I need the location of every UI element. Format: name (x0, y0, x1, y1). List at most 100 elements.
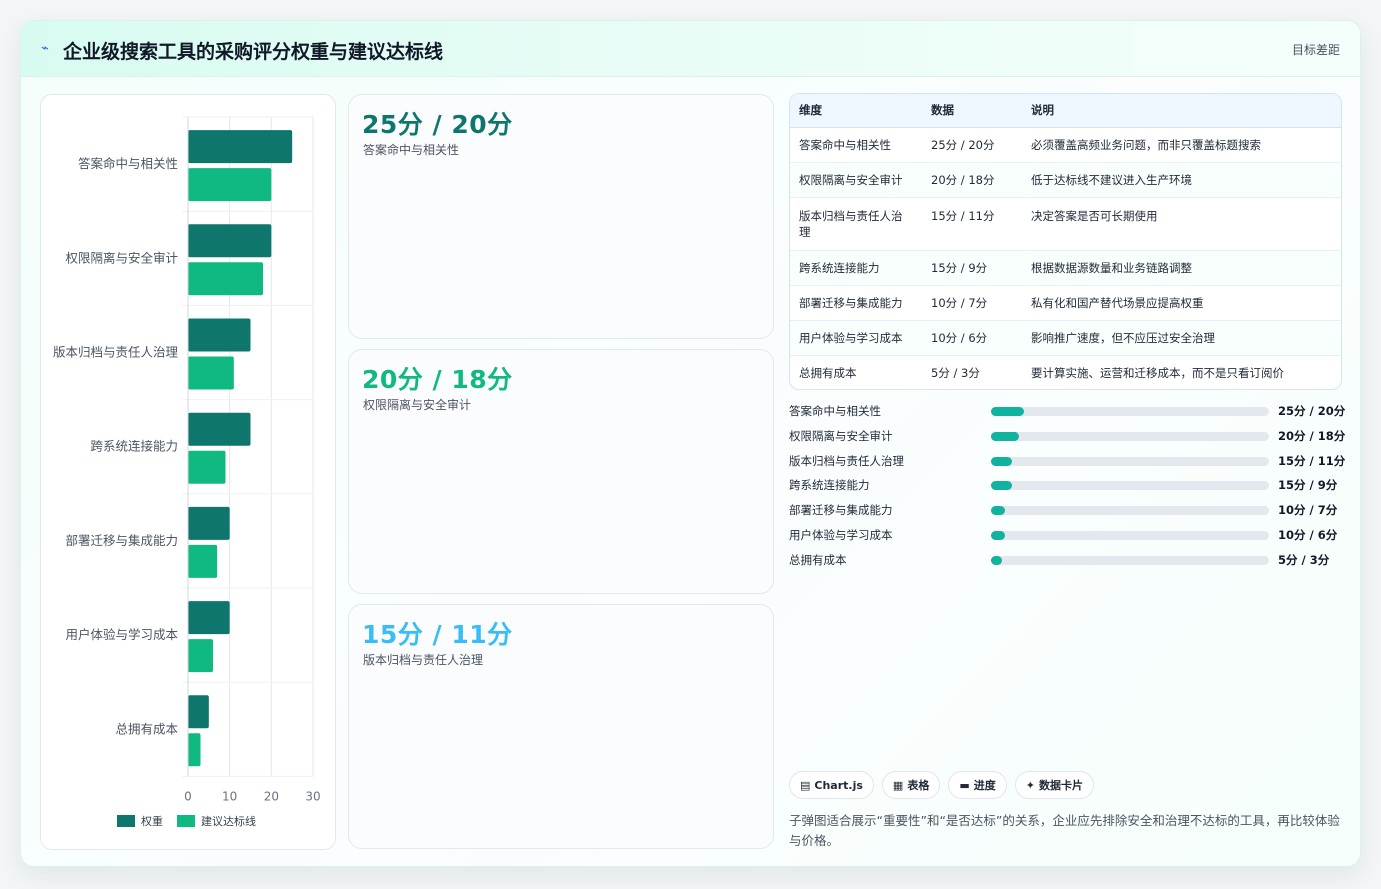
bar-weight (188, 601, 230, 635)
chip-data-cards[interactable]: ✦ 数据卡片 (1014, 771, 1094, 799)
table-cell: 版本归档与责任人治理 (790, 197, 922, 251)
card-label: 答案命中与相关性 (363, 143, 460, 157)
bar-chart-panel: 0 10 20 30 答案命中与相关性 权限隔离与安全审计 版本归档与责任人治理 跨系统连接能… (40, 94, 336, 850)
card-value: 20分 / 18分 (362, 365, 513, 394)
table-cell: 15分 / 9分 (922, 250, 1022, 286)
legend-item-threshold[interactable]: 建议达标线 (177, 813, 256, 829)
progress-fill (991, 506, 1005, 516)
table-row: 跨系统连接能力 15分 / 9分 根据数据源数量和业务链路调整 (790, 250, 1341, 286)
bar-threshold (188, 356, 234, 390)
progress-label: 总拥有成本 (789, 552, 847, 567)
progress-row: 总拥有成本 5分 / 3分 (789, 548, 1343, 573)
progress-track (991, 481, 1269, 491)
progress-row: 答案命中与相关性 25分 / 20分 (789, 399, 1346, 424)
progress-label: 版本归档与责任人治理 (789, 453, 904, 468)
progress-track (991, 506, 1269, 516)
progress-fill (991, 407, 1025, 416)
bar-weight (188, 412, 251, 446)
bar-threshold (188, 168, 272, 202)
table-cell: 权限隔离与安全审计 (790, 162, 922, 198)
bar-threshold (188, 733, 201, 767)
y-category-label: 答案命中与相关性 (78, 156, 178, 171)
y-category-label: 用户体验与学习成本 (65, 627, 178, 642)
bar-chart: 0 10 20 30 答案命中与相关性权限隔离与安全审计版本归档与责任人治理跨系统连接能… (53, 116, 321, 803)
table-cell: 影响推广速度，但不应压过安全治理 (1022, 320, 1341, 356)
y-category-label: 版本归档与责任人治理 (53, 345, 179, 360)
table-cell: 20分 / 18分 (922, 162, 1022, 198)
table-cell: 要计算实施、运营和迁移成本，而不是只看订阅价 (1031, 365, 1284, 380)
chart-legend: 权重 建议达标线 (117, 813, 256, 829)
x-tick-label: 0 (184, 789, 192, 803)
y-category-label: 总拥有成本 (115, 721, 178, 736)
table-header-dimension: 维度 (790, 94, 922, 128)
footnote: 子弹图适合展示“重要性”和“是否达标”的关系，企业应先排除安全和治理不达标的工具… (789, 813, 1340, 848)
bar-threshold (188, 639, 213, 673)
data-table: 维度 数据 说明 答案命中与相关性 25分 / 20分 必须覆盖高频业务问题，而… (789, 93, 1342, 390)
progress-label: 权限隔离与安全审计 (789, 428, 893, 443)
progress-row: 权限隔离与安全审计 20分 / 18分 (789, 424, 1346, 449)
progress-value: 5分 / 3分 (1278, 552, 1330, 567)
legend-swatch-weight (117, 815, 135, 827)
chip-progress[interactable]: ▬ 进度 (948, 771, 1007, 799)
progress-row: 用户体验与学习成本 10分 / 6分 (789, 523, 1343, 548)
data-card-3: 15分 / 11分 版本归档与责任人治理 (348, 604, 774, 849)
table-cell: 10分 / 7分 (922, 285, 1022, 321)
chip-chartjs[interactable]: ▤ Chart.js (789, 771, 874, 799)
progress-track (991, 431, 1269, 441)
progress-fill (991, 555, 1003, 565)
page-title: 企业级搜索工具的采购评分权重与建议达标线 (63, 41, 444, 63)
bar-threshold (188, 544, 218, 578)
header: ⌁ 企业级搜索工具的采购评分权重与建议达标线 目标差距 (21, 21, 1360, 77)
y-category-label: 权限隔离与安全审计 (65, 250, 178, 265)
progress-track (991, 407, 1269, 416)
progress-fill (991, 530, 1005, 540)
table-row: 用户体验与学习成本 10分 / 6分 影响推广速度，但不应压过安全治理 (790, 320, 1341, 356)
progress-fill (991, 431, 1019, 441)
card-value: 15分 / 11分 (362, 620, 513, 649)
progress-value: 20分 / 18分 (1278, 428, 1346, 443)
table-row: 版本归档与责任人治理 15分 / 11分 决定答案是否可长期使用 (790, 197, 1341, 251)
card-label: 版本归档与责任人治理 (363, 653, 484, 667)
bar-weight (188, 506, 230, 540)
x-tick-label: 20 (264, 789, 279, 803)
data-card-2: 20分 / 18分 权限隔离与安全审计 (348, 349, 774, 594)
legend-item-weight[interactable]: 权重 (117, 813, 163, 829)
table-cell: 跨系统连接能力 (790, 250, 922, 286)
progress-label: 用户体验与学习成本 (789, 527, 893, 542)
table-row: 权限隔离与安全审计 20分 / 18分 低于达标线不建议进入生产环境 (790, 162, 1341, 198)
progress-value: 25分 / 20分 (1278, 404, 1346, 418)
bar-weight (188, 695, 209, 729)
legend-label-weight: 权重 (141, 815, 163, 828)
chip-table[interactable]: ▦ 表格 (881, 771, 941, 799)
chip-label: 表格 (907, 779, 930, 792)
y-category-label: 跨系统连接能力 (90, 439, 178, 454)
table-icon: ▦ (892, 778, 904, 792)
sparkle-icon: ✦ (1025, 778, 1035, 792)
table-row: 部署迁移与集成能力 10分 / 7分 私有化和国产替代场景应提高权重 (790, 285, 1341, 321)
table-row: 答案命中与相关性 25分 / 20分 必须覆盖高频业务问题，而非只覆盖标题搜索 (790, 127, 1341, 163)
bar-weight (188, 318, 251, 352)
progress-label: 跨系统连接能力 (789, 478, 870, 493)
bar-threshold (188, 262, 263, 296)
legend-swatch-threshold (177, 815, 195, 827)
table-cell: 用户体验与学习成本 (790, 320, 922, 356)
table-cell: 决定答案是否可长期使用 (1022, 197, 1341, 251)
progress-value: 10分 / 7分 (1278, 503, 1338, 518)
data-card-1: 25分 / 20分 答案命中与相关性 (348, 94, 774, 339)
bar-weight (188, 130, 293, 164)
chart-icon: ▤ (800, 778, 811, 792)
bar-weight (188, 224, 272, 258)
table-header-row: 维度 数据 说明 (790, 94, 1341, 128)
table-cell: 答案命中与相关性 (790, 127, 922, 163)
y-category-label: 部署迁移与集成能力 (65, 533, 178, 548)
x-tick-label: 30 (305, 789, 320, 803)
table-cell: 25分 / 20分 (922, 127, 1022, 163)
progress-list: 答案命中与相关性 25分 / 20分权限隔离与安全审计 20分 / 18分版本归档与… (789, 399, 1346, 573)
progress-row: 跨系统连接能力 15分 / 9分 (789, 473, 1343, 498)
card-label: 权限隔离与安全审计 (363, 398, 472, 412)
table-row: 总拥有成本 5分 / 3分 要计算实施、运营和迁移成本，而不是只看订阅价 (790, 355, 1341, 389)
progress-value: 15分 / 11分 (1278, 453, 1346, 468)
progress-track (991, 555, 1269, 565)
table-cell: 15分 / 11分 (922, 197, 1022, 251)
target-gap-link[interactable]: 目标差距 (1292, 41, 1340, 58)
